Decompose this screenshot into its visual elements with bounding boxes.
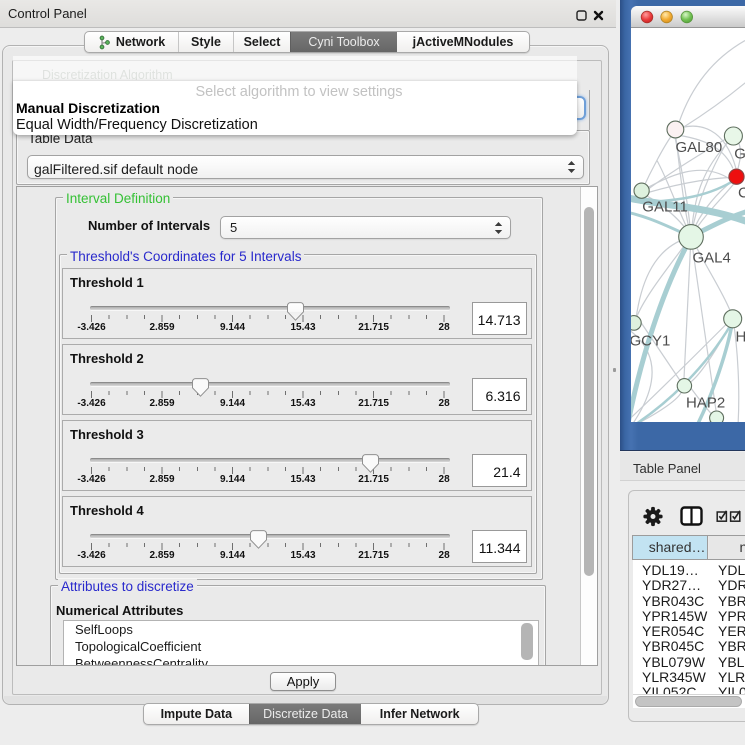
svg-text:GAL11: GAL11 <box>642 198 688 215</box>
svg-text:HAP2: HAP2 <box>686 395 725 412</box>
svg-text:GCY1: GCY1 <box>631 333 670 350</box>
svg-text:GAL80: GAL80 <box>676 139 723 156</box>
svg-text:C: C <box>738 185 745 202</box>
svg-text:GAL4: GAL4 <box>693 249 731 266</box>
svg-text:GAL4: GAL4 <box>734 146 745 163</box>
svg-text:H: H <box>736 329 745 346</box>
